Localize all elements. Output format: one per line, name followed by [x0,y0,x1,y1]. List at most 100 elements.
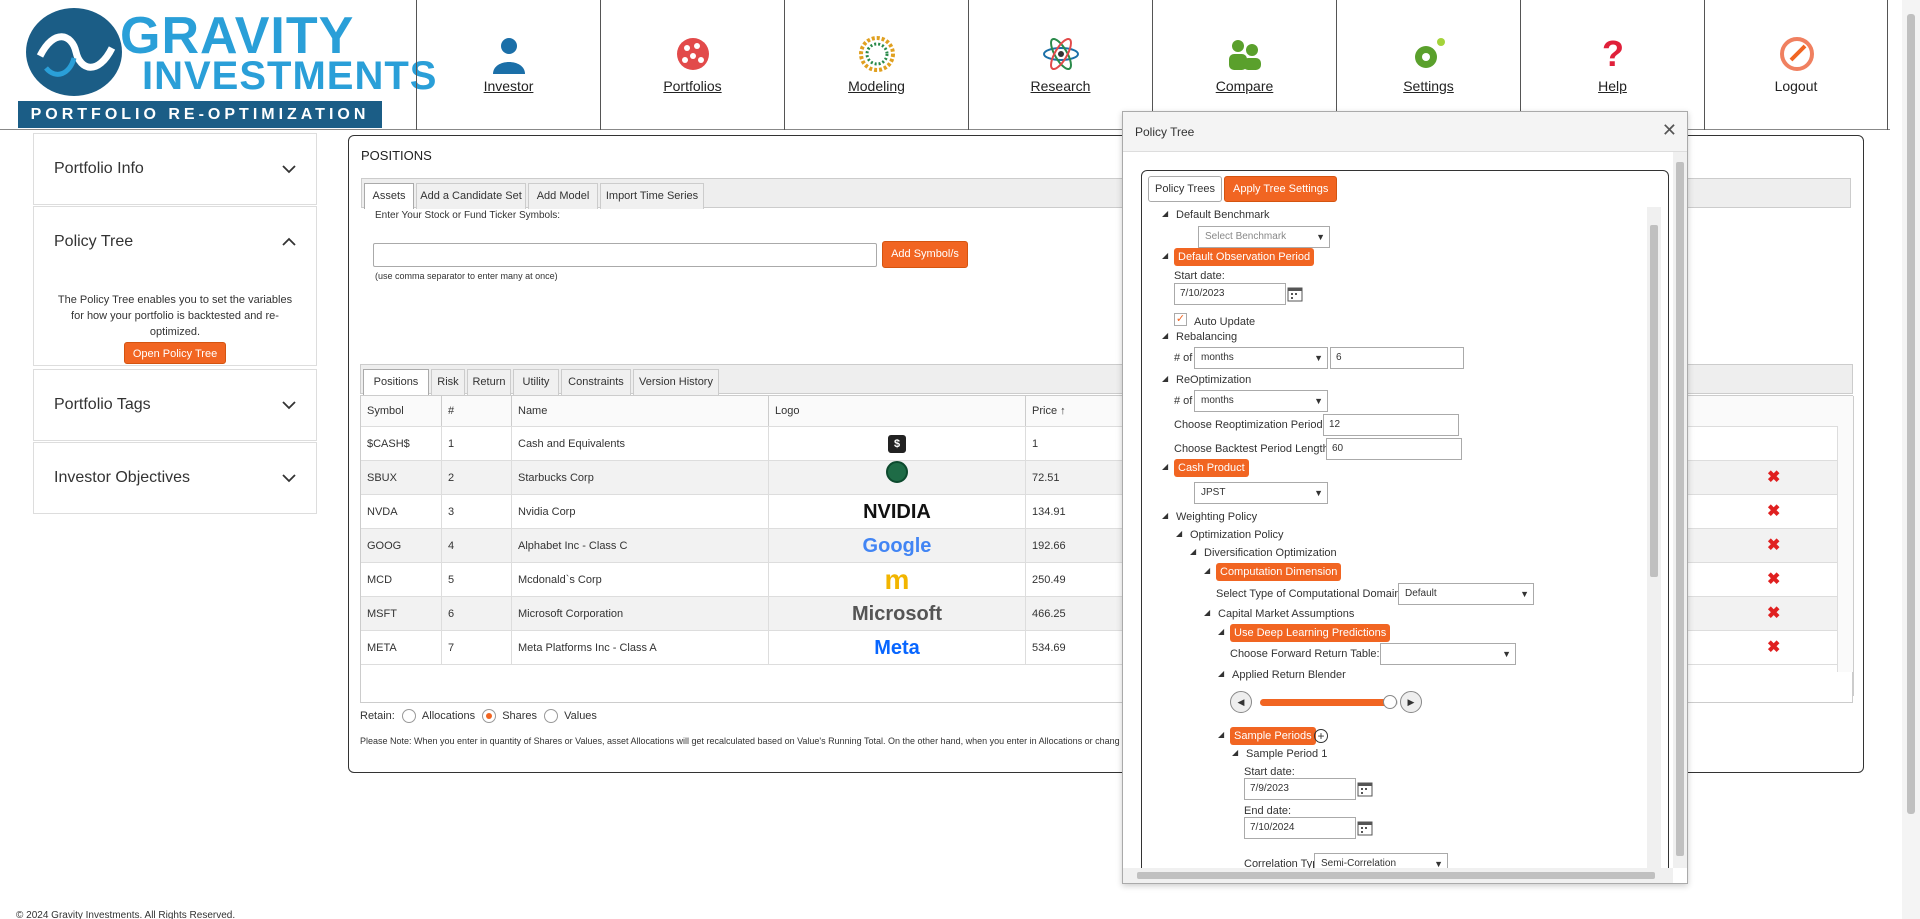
retain-shares-radio[interactable] [482,709,497,723]
company-logo: m [884,564,910,595]
reopt-period-input[interactable]: 12 [1323,414,1459,436]
close-icon[interactable]: ✕ [1662,120,1677,141]
tab-add-candidate-set[interactable]: Add a Candidate Set [416,183,526,209]
expand-icon[interactable]: ◢ [1162,462,1168,471]
col-header-number[interactable]: # [442,396,512,426]
slider-right-arrow-icon[interactable]: ▶ [1400,691,1422,713]
modal-scrollbar-thumb[interactable] [1676,162,1684,856]
reoptimization-unit-select[interactable]: months ▼ [1194,390,1328,412]
rebalancing-unit-select[interactable]: months ▼ [1194,347,1328,369]
slider-handle[interactable] [1382,695,1397,709]
calendar-icon[interactable] [1286,284,1304,304]
col-header-logo[interactable]: Logo [769,396,1026,426]
page-scrollbar[interactable] [1902,0,1920,919]
expand-icon[interactable]: ◢ [1162,209,1168,218]
chevron-down-icon [282,165,296,174]
accordion-portfolio-tags[interactable]: Portfolio Tags [33,369,317,441]
retain-allocations-radio[interactable] [401,709,416,723]
apply-tree-settings-button[interactable]: Apply Tree Settings [1224,176,1338,202]
page-scrollbar-thumb[interactable] [1907,14,1915,814]
expand-icon[interactable]: ◢ [1232,748,1238,757]
expand-icon[interactable]: ◢ [1218,627,1224,636]
tab-positions[interactable]: Positions [363,369,429,395]
nav-investor[interactable]: Investor [416,0,600,130]
delete-row-icon[interactable]: ✖ [1767,640,1780,656]
sp-start-input[interactable]: 7/9/2023 [1244,778,1356,800]
symbol-input[interactable] [373,243,877,267]
sp-end-input[interactable]: 7/10/2024 [1244,817,1356,839]
nav-portfolios[interactable]: Portfolios [600,0,784,130]
benchmark-select[interactable]: Select Benchmark ▼ [1198,226,1330,248]
cell-name: Mcdonald`s Corp [512,563,769,597]
tab-assets[interactable]: Assets [364,183,414,209]
chevron-up-icon [282,237,296,246]
policy-tree-container: Policy Trees Apply Tree Settings ◢ Defau… [1141,170,1669,875]
tab-utility[interactable]: Utility [513,369,559,395]
tab-version-history[interactable]: Version History [633,369,719,395]
tab-policy-trees[interactable]: Policy Trees [1148,176,1222,202]
compare-icon [1229,40,1261,70]
policy-tree: ◢ Default Benchmark Select Benchmark ▼ ◢ … [1148,207,1645,874]
calendar-icon[interactable] [1356,779,1374,799]
col-header-symbol[interactable]: Symbol [361,396,442,426]
computational-domain-select[interactable]: Default ▼ [1398,583,1534,605]
brand-logo[interactable]: GRAVITY INVESTMENTS PORTFOLIO RE-OPTIMIZ… [16,6,436,128]
tab-return[interactable]: Return [467,369,511,395]
rebalancing-value-input[interactable]: 6 [1330,347,1464,369]
table-scrollbar[interactable] [1837,426,1853,672]
cash-product-select[interactable]: JPST ▼ [1194,482,1328,504]
node-default-observation-period[interactable]: Default Observation Period [1174,248,1315,266]
cell-symbol: MCD [361,563,442,597]
tab-constraints[interactable]: Constraints [561,369,631,395]
expand-icon[interactable]: ◢ [1218,730,1224,739]
accordion-portfolio-info[interactable]: Portfolio Info [33,133,317,205]
slider-left-arrow-icon[interactable]: ◀ [1230,691,1252,713]
delete-row-icon[interactable]: ✖ [1767,572,1780,588]
col-header-name[interactable]: Name [512,396,769,426]
expand-icon[interactable]: ◢ [1218,669,1224,678]
dropdown-arrow-icon: ▼ [1314,396,1323,406]
backtest-input[interactable]: 60 [1326,438,1462,460]
delete-row-icon[interactable]: ✖ [1767,606,1780,622]
node-cash-product[interactable]: Cash Product [1174,459,1249,477]
node-sample-periods[interactable]: Sample Periods [1230,727,1316,745]
add-circle-icon[interactable]: + [1314,729,1328,743]
nav-logout[interactable]: Logout [1704,0,1888,130]
expand-icon[interactable]: ◢ [1204,608,1210,617]
expand-icon[interactable]: ◢ [1204,566,1210,575]
nav-modeling[interactable]: Modeling [784,0,968,130]
add-symbol-button[interactable]: Add Symbol/s [882,241,968,268]
retain-values-radio[interactable] [544,709,559,723]
expand-icon[interactable]: ◢ [1162,251,1168,260]
delete-row-icon[interactable]: ✖ [1767,538,1780,554]
modal-scrollbar-horizontal[interactable] [1123,868,1673,883]
expand-icon[interactable]: ◢ [1162,374,1168,383]
cell-symbol: GOOG [361,529,442,563]
expand-icon[interactable]: ◢ [1162,511,1168,520]
tree-scrollbar[interactable] [1647,207,1661,873]
modal-scrollbar-vertical[interactable] [1673,152,1687,868]
reoptimization-of-label: # of [1174,395,1193,407]
calendar-icon[interactable] [1356,818,1374,838]
blender-slider[interactable] [1260,695,1398,709]
expand-icon[interactable]: ◢ [1162,331,1168,340]
tree-scrollbar-thumb[interactable] [1650,225,1658,577]
expand-icon[interactable]: ◢ [1176,529,1182,538]
rebalancing-of-label: # of [1174,352,1193,364]
auto-update-checkbox[interactable]: ✓ [1174,313,1187,326]
delete-row-icon[interactable]: ✖ [1767,470,1780,486]
tab-import-time-series[interactable]: Import Time Series [600,183,704,209]
node-deep-learning[interactable]: Use Deep Learning Predictions [1230,624,1391,642]
start-date-input[interactable]: 7/10/2023 [1174,283,1286,305]
open-policy-tree-button[interactable]: Open Policy Tree [123,342,227,364]
tab-risk[interactable]: Risk [431,369,465,395]
delete-row-icon[interactable]: ✖ [1767,504,1780,520]
forward-return-select[interactable]: ▼ [1380,643,1516,665]
node-computation-dimension[interactable]: Computation Dimension [1216,563,1342,581]
accordion-investor-objectives[interactable]: Investor Objectives [33,442,317,514]
tab-add-model[interactable]: Add Model [528,183,598,209]
cell-logo: NVIDIA [769,495,1026,529]
modal-scrollbar-h-thumb[interactable] [1137,872,1655,879]
cell-num: 6 [442,597,512,631]
expand-icon[interactable]: ◢ [1190,547,1196,556]
